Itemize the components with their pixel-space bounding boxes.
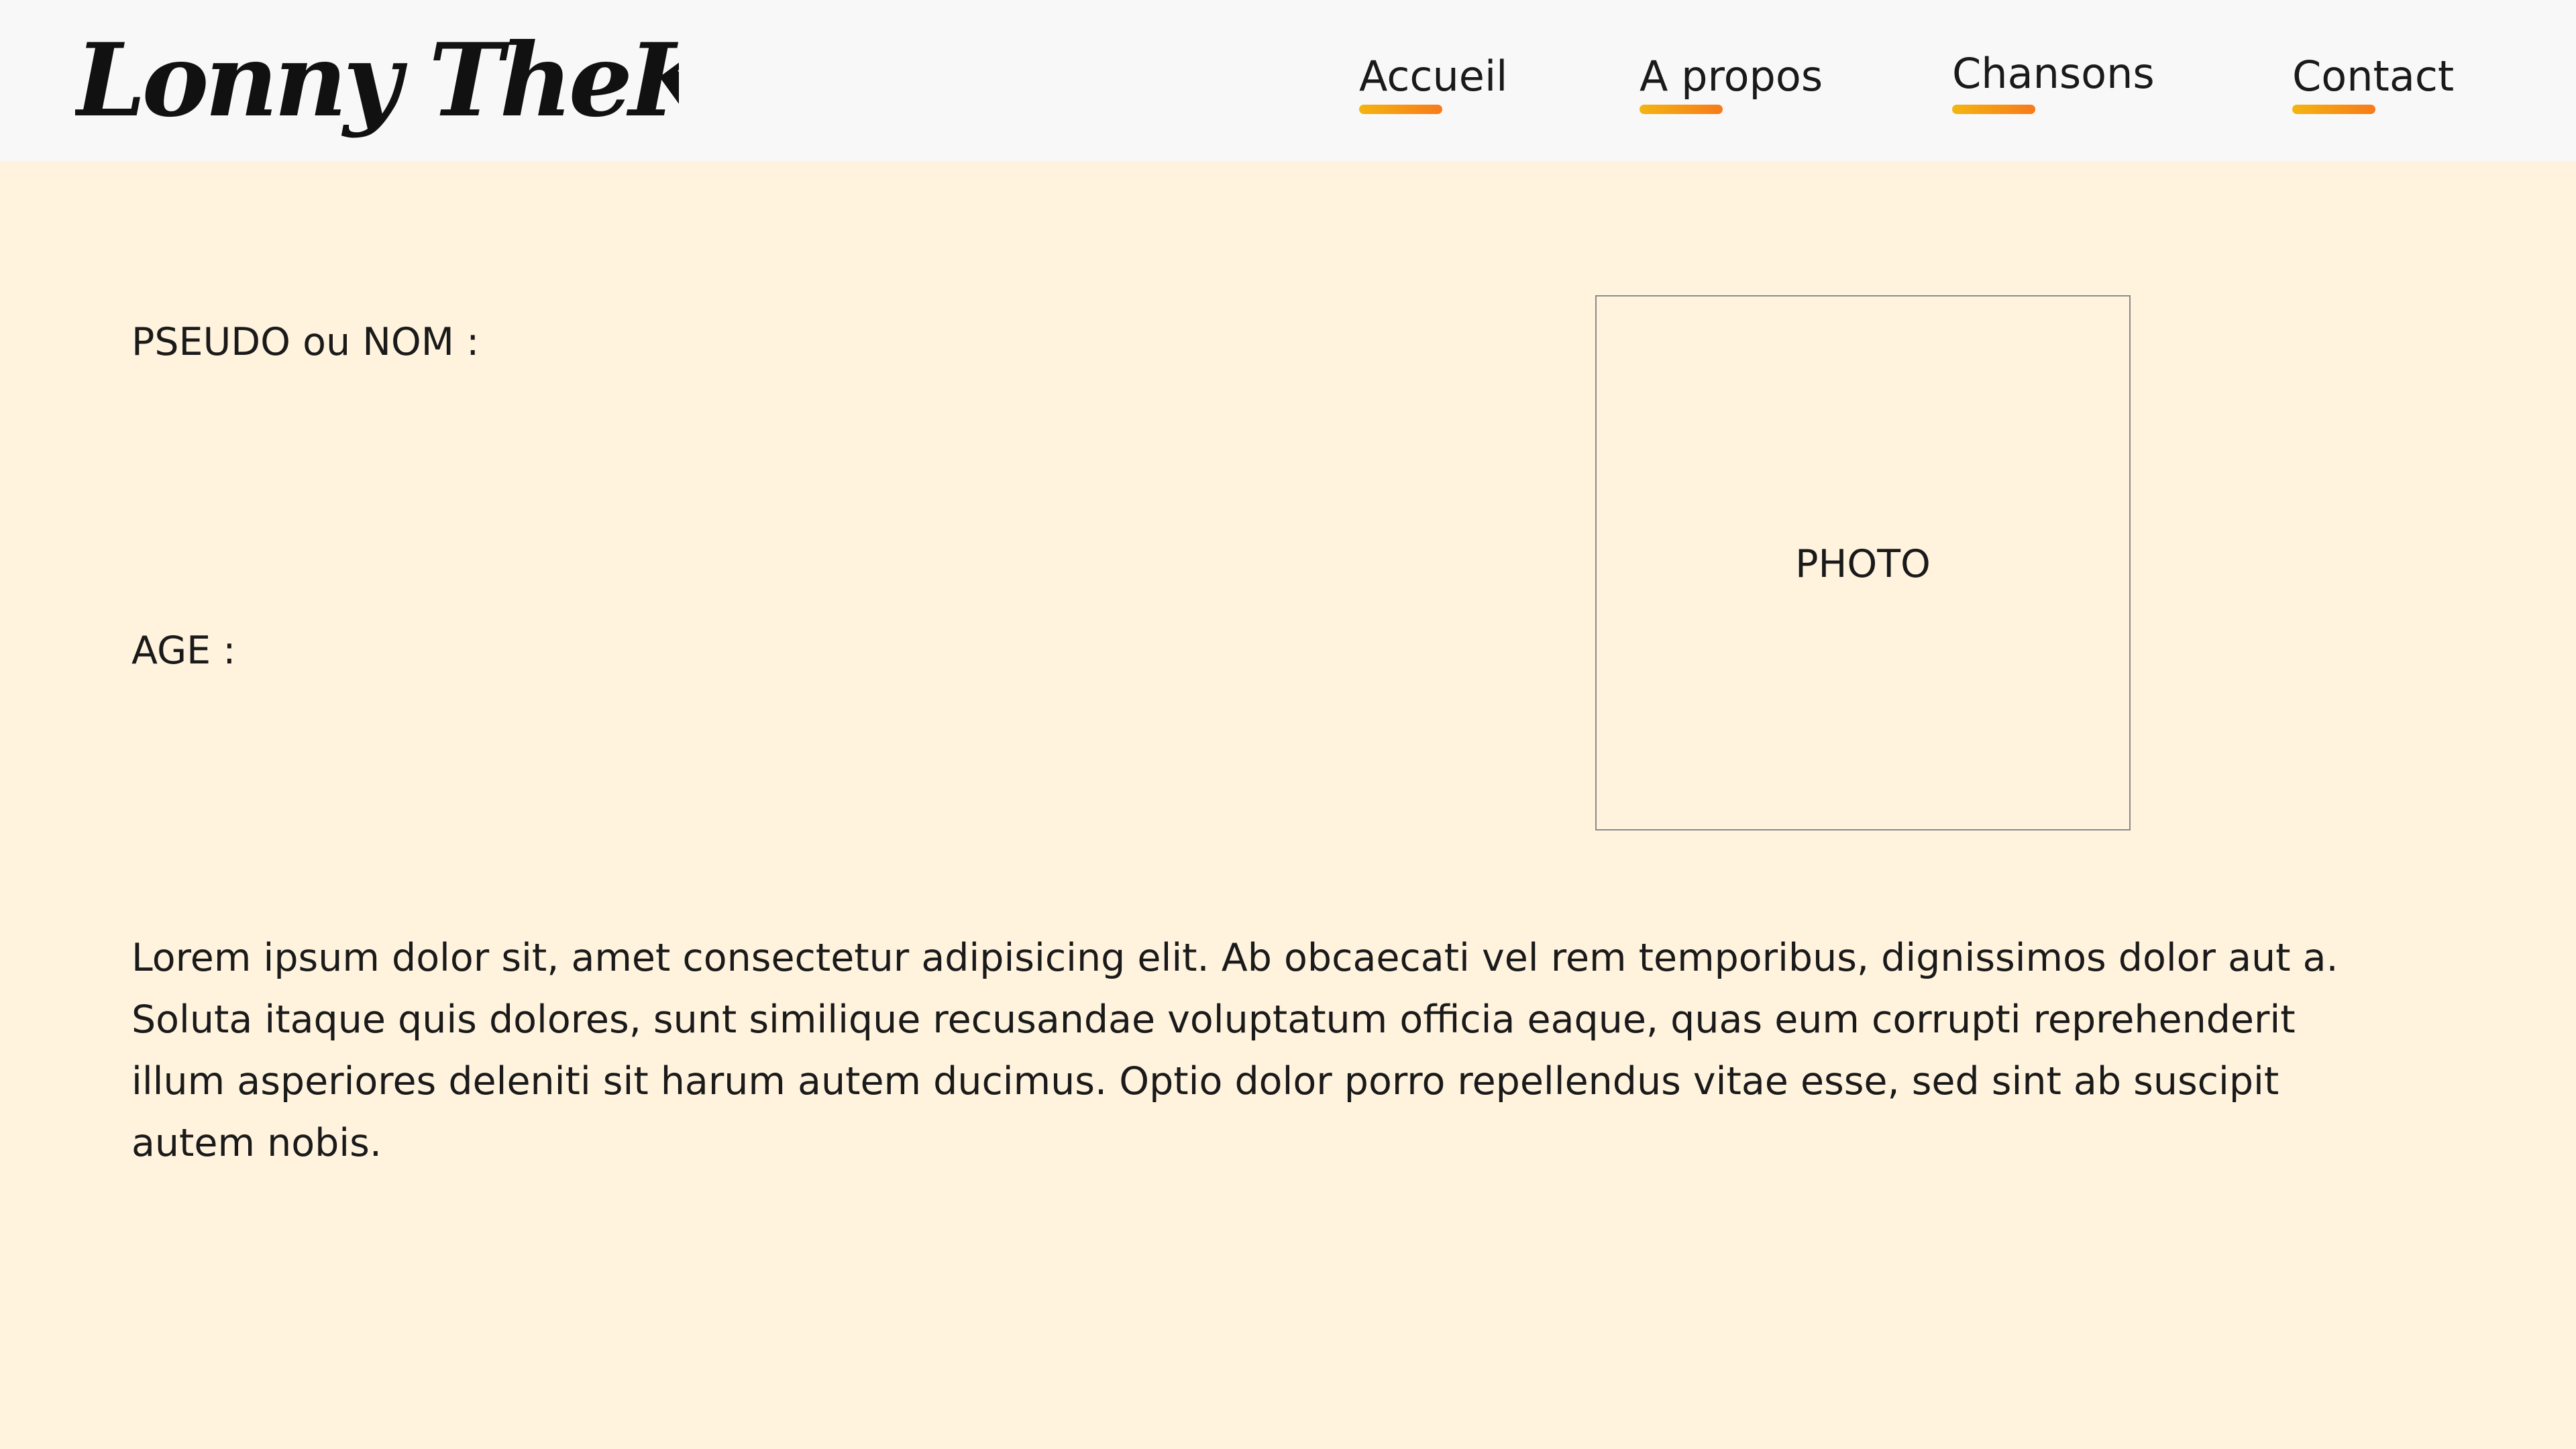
- bio-line: Lorem ipsum dolor sit, amet consectetur …: [131, 936, 2339, 980]
- age-label: AGE :: [131, 629, 236, 673]
- nav-link-label: A propos: [1640, 52, 1823, 101]
- nav-link-label: Chansons: [1952, 49, 2155, 98]
- nav-underline: [2292, 105, 2375, 114]
- photo-placeholder: PHOTO: [1595, 295, 2131, 830]
- nav-underline: [1952, 105, 2035, 114]
- photo-placeholder-label: PHOTO: [1795, 542, 1931, 586]
- nav-link-label: Contact: [2292, 52, 2455, 101]
- bio-line: Soluta itaque quis dolores, sunt similiq…: [131, 998, 2296, 1042]
- nav-underline: [1359, 105, 1442, 114]
- nav-link-accueil[interactable]: Accueil: [1359, 46, 1507, 119]
- nav-link-chansons[interactable]: Chansons: [1952, 43, 2155, 117]
- nav-link-label: Accueil: [1359, 52, 1508, 101]
- nav-link-contact[interactable]: Contact: [2292, 46, 2454, 119]
- site-logo-text: Lonny TheKIDD: [75, 21, 679, 140]
- bio-paragraph: Lorem ipsum dolor sit, amet consectetur …: [131, 927, 2459, 1174]
- bio-line: autem nobis.: [131, 1121, 382, 1165]
- nav-link-a-propos[interactable]: A propos: [1640, 46, 1823, 119]
- pseudo-label: PSEUDO ou NOM :: [131, 320, 480, 364]
- site-header: Lonny TheKIDD Accueil A propos Chansons …: [0, 0, 2576, 161]
- site-logo[interactable]: Lonny TheKIDD: [75, 16, 679, 144]
- bio-line: illum asperiores deleniti sit harum aute…: [131, 1059, 2279, 1104]
- nav-underline: [1640, 105, 1723, 114]
